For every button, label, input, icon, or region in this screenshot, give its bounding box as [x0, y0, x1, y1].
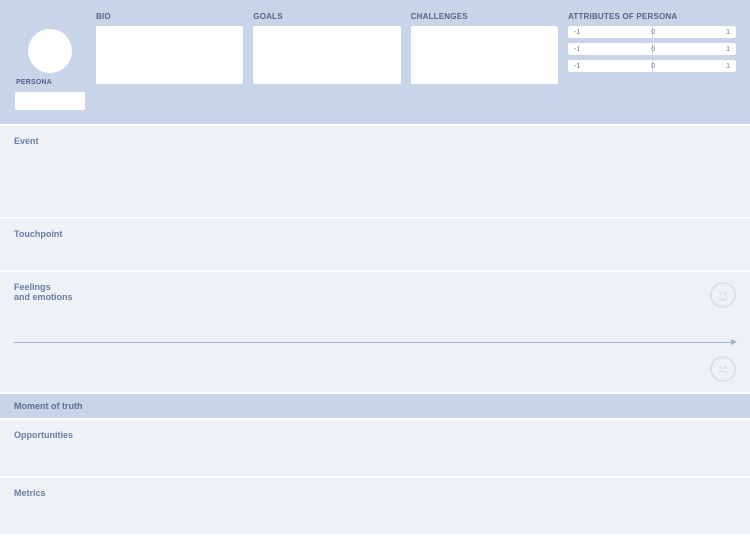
- attribute-slider-3[interactable]: -1 0 1: [568, 60, 736, 72]
- journey-rows: Event Touchpoint Feelings and emotions M…: [0, 124, 750, 534]
- slider-max: 1: [726, 63, 730, 70]
- goals-column: GOALS: [253, 12, 400, 84]
- attributes-column: ATTRIBUTES OF PERSONA -1 0 1 -1 0 1 -1 0…: [568, 12, 736, 72]
- row-opportunities[interactable]: Opportunities: [0, 418, 750, 476]
- persona-label: PERSONA: [16, 79, 52, 86]
- challenges-input[interactable]: [411, 26, 558, 84]
- attributes-label: ATTRIBUTES OF PERSONA: [568, 12, 736, 21]
- slider-mid: 0: [651, 29, 655, 36]
- row-metrics[interactable]: Metrics: [0, 476, 750, 534]
- row-event[interactable]: Event: [0, 124, 750, 217]
- row-metrics-label: Metrics: [14, 488, 736, 498]
- slider-min: -1: [574, 63, 580, 70]
- row-feelings[interactable]: Feelings and emotions: [0, 270, 750, 392]
- slider-max: 1: [726, 46, 730, 53]
- challenges-label: CHALLENGES: [411, 12, 558, 21]
- slider-mid: 0: [651, 46, 655, 53]
- row-truth-label: Moment of truth: [14, 401, 736, 411]
- attribute-slider-2[interactable]: -1 0 1: [568, 43, 736, 55]
- challenges-column: CHALLENGES: [411, 12, 558, 84]
- persona-name-input[interactable]: [15, 92, 85, 110]
- row-opportunities-label: Opportunities: [14, 430, 736, 440]
- slider-min: -1: [574, 29, 580, 36]
- row-moment-of-truth[interactable]: Moment of truth: [0, 392, 750, 418]
- slider-min: -1: [574, 46, 580, 53]
- goals-input[interactable]: [253, 26, 400, 84]
- happy-face-icon: [710, 282, 736, 308]
- row-event-label: Event: [14, 136, 736, 146]
- persona-column: PERSONA: [14, 29, 86, 110]
- bio-column: BIO: [96, 12, 243, 84]
- persona-header: PERSONA BIO GOALS CHALLENGES ATTRIBUTES …: [0, 0, 750, 124]
- sad-face-icon: [710, 356, 736, 382]
- avatar-placeholder[interactable]: [28, 29, 72, 73]
- row-touchpoint[interactable]: Touchpoint: [0, 217, 750, 270]
- bio-input[interactable]: [96, 26, 243, 84]
- row-feelings-label: Feelings and emotions: [14, 282, 736, 302]
- slider-max: 1: [726, 29, 730, 36]
- attribute-slider-1[interactable]: -1 0 1: [568, 26, 736, 38]
- row-touchpoint-label: Touchpoint: [14, 229, 736, 239]
- goals-label: GOALS: [253, 12, 400, 21]
- timeline-arrow: [14, 342, 736, 343]
- slider-mid: 0: [651, 63, 655, 70]
- bio-label: BIO: [96, 12, 243, 21]
